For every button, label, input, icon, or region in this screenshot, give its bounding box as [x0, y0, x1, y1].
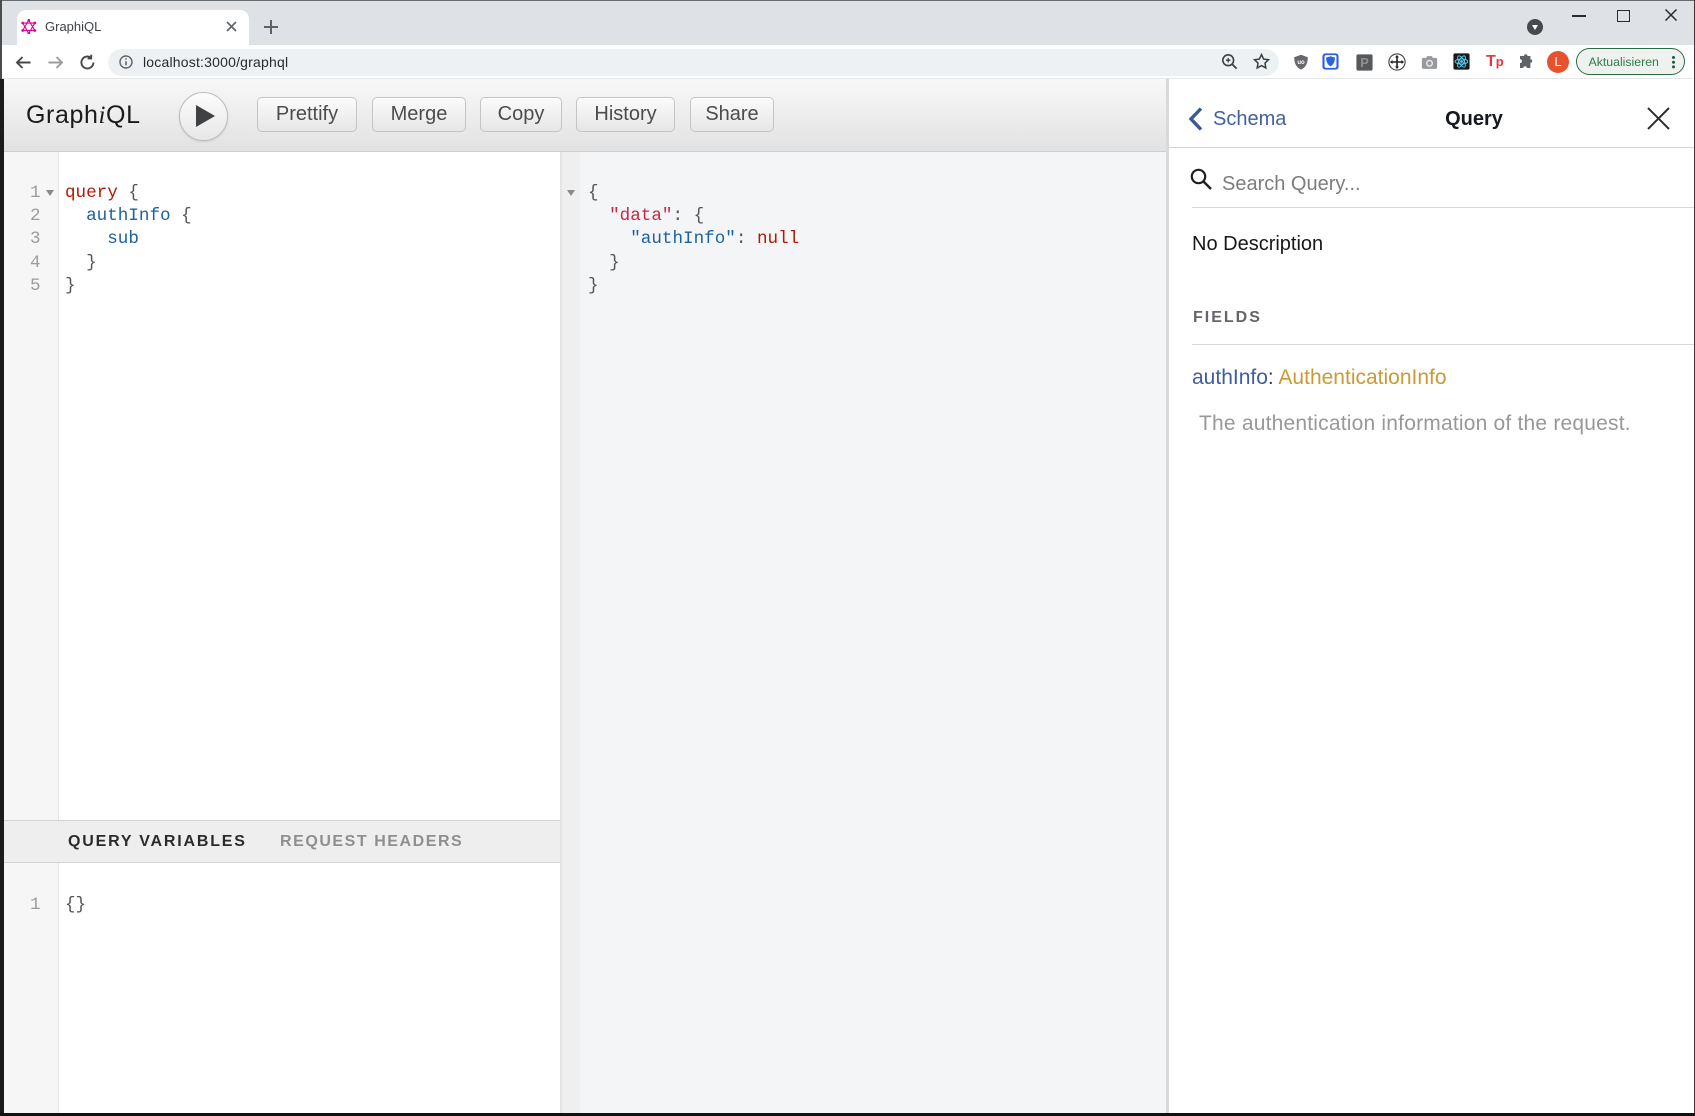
svg-text:P: P: [1360, 55, 1369, 70]
svg-text:uo: uo: [1297, 60, 1305, 66]
